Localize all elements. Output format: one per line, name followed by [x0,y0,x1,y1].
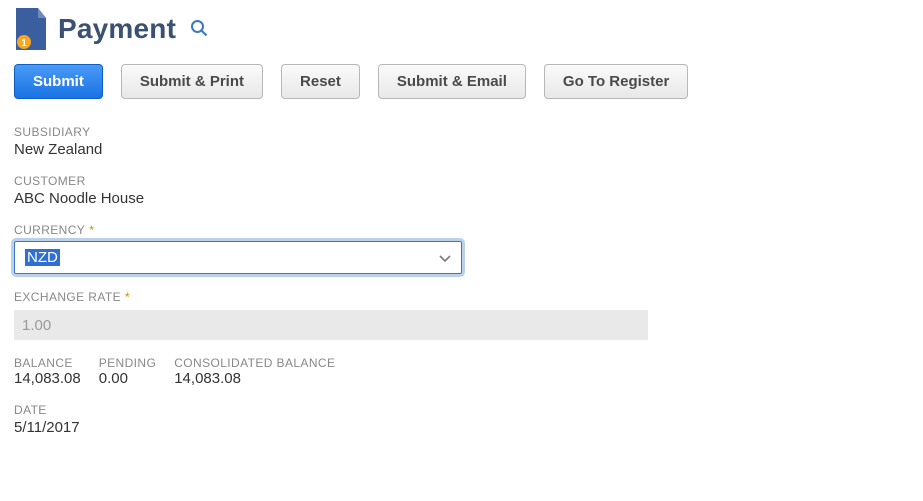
consolidated-cell: CONSOLIDATED BALANCE 14,083.08 [174,356,335,387]
currency-label: CURRENCY * [14,223,909,237]
exchange-rate-field: EXCHANGE RATE * [14,290,909,340]
balance-row: BALANCE 14,083.08 PENDING 0.00 CONSOLIDA… [14,356,909,387]
exchange-rate-label: EXCHANGE RATE * [14,290,909,304]
currency-field: CURRENCY * NZD [14,223,909,274]
submit-email-button[interactable]: Submit & Email [378,64,526,99]
submit-print-button[interactable]: Submit & Print [121,64,263,99]
customer-value: ABC Noodle House [14,190,909,207]
date-field: DATE 5/11/2017 [14,403,909,436]
balance-label: BALANCE [14,356,81,370]
currency-value: NZD [25,249,60,266]
pending-cell: PENDING 0.00 [99,356,156,387]
subsidiary-value: New Zealand [14,141,909,158]
exchange-rate-label-text: EXCHANGE RATE [14,290,121,304]
page-title: Payment [58,13,176,45]
page-header: 1 Payment [14,8,909,50]
balance-value: 14,083.08 [14,370,81,387]
document-icon: 1 [14,8,48,50]
action-toolbar: Submit Submit & Print Reset Submit & Ema… [14,64,909,99]
submit-button[interactable]: Submit [14,64,103,99]
required-asterisk: * [125,290,130,304]
pending-value: 0.00 [99,370,156,387]
exchange-rate-input [14,310,648,340]
subsidiary-field: SUBSIDIARY New Zealand [14,125,909,158]
consolidated-label: CONSOLIDATED BALANCE [174,356,335,370]
pending-label: PENDING [99,356,156,370]
consolidated-value: 14,083.08 [174,370,335,387]
currency-label-text: CURRENCY [14,223,85,237]
balance-cell: BALANCE 14,083.08 [14,356,81,387]
customer-label: CUSTOMER [14,174,909,188]
date-label: DATE [14,403,909,417]
required-asterisk: * [89,223,94,237]
go-to-register-button[interactable]: Go To Register [544,64,688,99]
customer-field: CUSTOMER ABC Noodle House [14,174,909,207]
chevron-down-icon [439,250,451,266]
svg-text:1: 1 [21,38,27,49]
date-value: 5/11/2017 [14,419,909,436]
currency-select[interactable]: NZD [14,241,462,274]
search-icon[interactable] [190,19,208,40]
subsidiary-label: SUBSIDIARY [14,125,909,139]
reset-button[interactable]: Reset [281,64,360,99]
